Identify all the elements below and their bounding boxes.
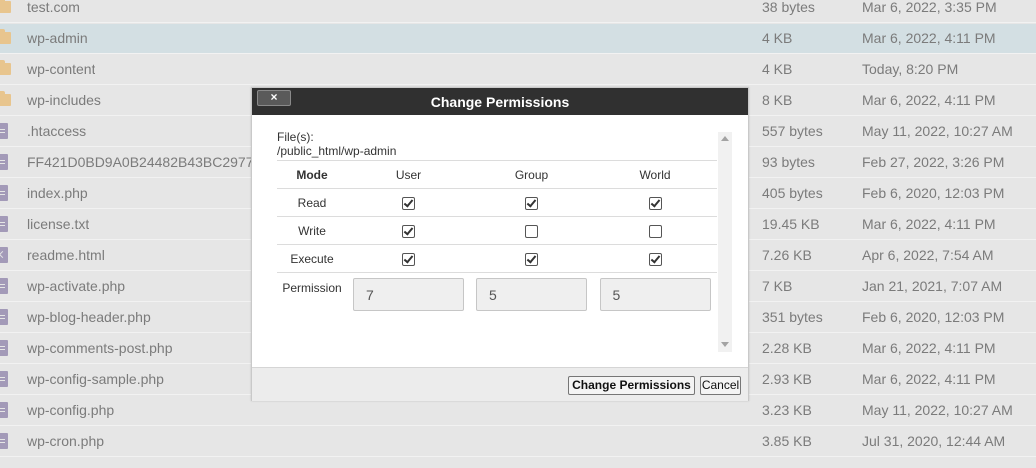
read-user-checkbox[interactable]	[402, 196, 415, 210]
mode-header: Mode	[277, 160, 347, 189]
file-row[interactable]: test.com 38 bytes Mar 6, 2022, 3:35 PM	[0, 0, 1036, 23]
permission-label: Permission	[277, 272, 347, 323]
document-icon	[0, 216, 8, 232]
permission-row: Permission	[277, 272, 717, 323]
write-label: Write	[277, 216, 347, 245]
file-row[interactable]: wp-content 4 KB Today, 8:20 PM	[0, 55, 1036, 85]
code-file-icon	[0, 247, 8, 263]
folder-icon	[0, 60, 11, 75]
file-name: wp-config.php	[27, 402, 115, 418]
write-user-checkbox[interactable]	[402, 224, 415, 238]
file-date: Mar 6, 2022, 4:11 PM	[862, 30, 996, 46]
group-permission-input[interactable]	[476, 278, 587, 311]
file-name: wp-admin	[27, 30, 88, 46]
file-row[interactable]: wp-admin 4 KB Mar 6, 2022, 4:11 PM	[0, 24, 1036, 54]
files-path: /public_html/wp-admin	[277, 144, 397, 158]
file-name: FF421D0BD9A0B24482B43BC2977	[27, 154, 253, 170]
file-size: 93 bytes	[762, 154, 815, 170]
write-world-checkbox[interactable]	[648, 224, 662, 238]
file-date: Mar 6, 2022, 4:11 PM	[862, 371, 996, 387]
execute-world-checkbox[interactable]	[648, 252, 662, 266]
file-date: Mar 6, 2022, 3:35 PM	[862, 0, 997, 15]
permissions-header-row: Mode User Group World	[277, 160, 717, 189]
file-name: wp-content	[27, 61, 96, 77]
document-icon	[0, 154, 8, 170]
file-name: wp-cron.php	[27, 433, 105, 449]
file-size: 351 bytes	[762, 309, 823, 325]
read-group-checkbox[interactable]	[525, 196, 538, 210]
document-icon	[0, 433, 8, 449]
folder-icon	[0, 0, 11, 13]
user-permission-input[interactable]	[353, 278, 464, 311]
file-date: Feb 6, 2020, 12:03 PM	[862, 185, 1005, 201]
folder-icon	[0, 91, 11, 106]
file-name: readme.html	[27, 247, 105, 263]
file-size: 19.45 KB	[762, 216, 820, 232]
file-date: Apr 6, 2022, 7:54 AM	[862, 247, 994, 263]
document-icon	[0, 185, 8, 201]
write-group-checkbox[interactable]	[525, 224, 538, 238]
file-name: license.txt	[27, 216, 90, 232]
file-row[interactable]: wp-cron.php 3.85 KB Jul 31, 2020, 12:44 …	[0, 427, 1036, 457]
write-row: Write	[277, 216, 717, 245]
execute-group-checkbox[interactable]	[525, 252, 538, 266]
change-permissions-dialog: × Change Permissions File(s): /public_ht…	[251, 87, 749, 401]
folder-icon	[0, 29, 11, 44]
file-date: Feb 27, 2022, 3:26 PM	[862, 154, 1005, 170]
file-size: 7 KB	[762, 278, 793, 294]
document-icon	[0, 402, 8, 418]
file-date: Mar 6, 2022, 4:11 PM	[862, 92, 996, 108]
change-permissions-button[interactable]: Change Permissions	[568, 376, 695, 395]
file-date: Jul 31, 2020, 12:44 AM	[862, 433, 1006, 449]
document-icon	[0, 278, 8, 294]
file-name: wp-config-sample.php	[27, 371, 164, 387]
file-date: Jan 21, 2021, 7:07 AM	[862, 278, 1003, 294]
file-date: Mar 6, 2022, 4:11 PM	[862, 340, 996, 356]
read-world-checkbox[interactable]	[648, 196, 662, 210]
execute-row: Execute	[277, 244, 717, 273]
dialog-titlebar[interactable]: × Change Permissions	[252, 88, 748, 115]
read-row: Read	[277, 188, 717, 217]
group-header: Group	[470, 160, 593, 189]
files-label: File(s):	[277, 130, 314, 144]
file-name: wp-comments-post.php	[27, 340, 173, 356]
file-date: May 11, 2022, 10:27 AM	[862, 402, 1013, 418]
file-size: 4 KB	[762, 30, 793, 46]
file-size: 3.23 KB	[762, 402, 812, 418]
file-name: .htaccess	[27, 123, 87, 139]
file-size: 3.85 KB	[762, 433, 812, 449]
file-name: test.com	[27, 0, 80, 15]
dialog-title: Change Permissions	[430, 94, 570, 110]
world-permission-input[interactable]	[599, 278, 711, 311]
file-size: 7.26 KB	[762, 247, 812, 263]
read-label: Read	[277, 188, 347, 217]
file-date: Today, 8:20 PM	[862, 61, 959, 77]
file-size: 405 bytes	[762, 185, 823, 201]
file-date: May 11, 2022, 10:27 AM	[862, 123, 1013, 139]
execute-label: Execute	[277, 244, 347, 273]
file-size: 38 bytes	[762, 0, 815, 15]
document-icon	[0, 340, 8, 356]
permissions-table: Mode User Group World Read Write Execute	[277, 160, 717, 323]
file-size: 2.28 KB	[762, 340, 812, 356]
file-name: wp-activate.php	[27, 278, 126, 294]
cancel-button[interactable]: Cancel	[700, 376, 741, 395]
user-header: User	[347, 160, 470, 189]
file-size: 557 bytes	[762, 123, 823, 139]
document-icon	[0, 123, 8, 139]
execute-user-checkbox[interactable]	[402, 252, 415, 266]
document-icon	[0, 371, 8, 387]
file-size: 8 KB	[762, 92, 793, 108]
dialog-footer: Change Permissions Cancel	[252, 367, 748, 401]
document-icon	[0, 309, 8, 325]
file-date: Feb 6, 2020, 12:03 PM	[862, 309, 1005, 325]
file-name: wp-blog-header.php	[27, 309, 151, 325]
file-size: 2.93 KB	[762, 371, 812, 387]
world-header: World	[593, 160, 717, 189]
file-name: index.php	[27, 185, 88, 201]
file-date: Mar 6, 2022, 4:11 PM	[862, 216, 996, 232]
file-size: 4 KB	[762, 61, 793, 77]
file-name: wp-includes	[27, 92, 101, 108]
dialog-body: File(s): /public_html/wp-admin Mode User…	[277, 130, 733, 352]
